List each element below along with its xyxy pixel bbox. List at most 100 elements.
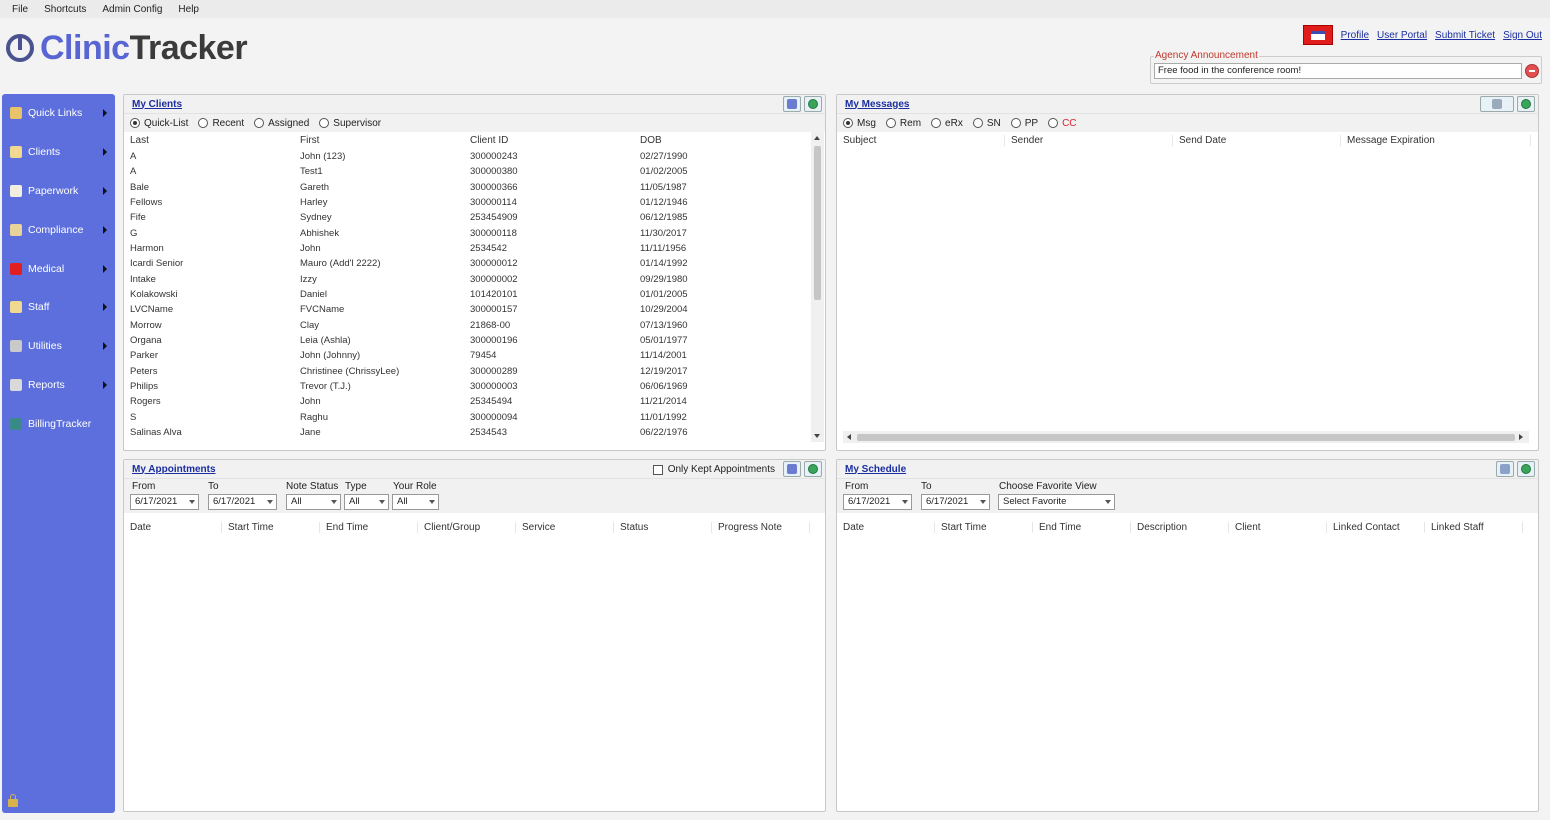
column-header-client-id[interactable]: Client ID — [464, 135, 634, 146]
column-header-send-date[interactable]: Send Date — [1173, 135, 1341, 146]
refresh-appointments-button[interactable] — [804, 461, 822, 477]
refresh-schedule-button[interactable] — [1517, 461, 1535, 477]
flag-button[interactable] — [1302, 25, 1333, 45]
sidebar-item-clients[interactable]: Clients — [2, 133, 115, 172]
sidebar-item-billingtracker[interactable]: BillingTracker — [2, 404, 115, 443]
my-appointments-title[interactable]: My Appointments — [132, 464, 216, 475]
table-row[interactable]: Rogers John 25345494 11/21/2014 — [124, 394, 825, 409]
sidebar-item-quick-links[interactable]: Quick Links — [2, 94, 115, 133]
from-date-picker[interactable]: 6/17/2021 — [130, 494, 199, 510]
menu-shortcuts[interactable]: Shortcuts — [44, 4, 86, 15]
refresh-messages-button[interactable] — [1517, 96, 1535, 112]
table-row[interactable]: G Abhishek 300000118 11/30/2017 — [124, 226, 825, 241]
clients-scroll-thumb[interactable] — [814, 146, 821, 300]
my-schedule-title[interactable]: My Schedule — [845, 464, 906, 475]
type-select[interactable]: All — [344, 494, 389, 510]
filter-quick-list[interactable]: Quick-List — [130, 118, 188, 129]
radio-quick-list[interactable] — [130, 118, 140, 128]
radio-rem[interactable] — [885, 118, 896, 128]
sign-out-link[interactable]: Sign Out — [1503, 30, 1542, 41]
column-header-status[interactable]: Status — [614, 522, 712, 533]
table-row[interactable]: Bale Gareth 300000366 11/05/1987 — [124, 180, 825, 195]
column-header-linked-staff[interactable]: Linked Staff — [1425, 522, 1523, 533]
menu-admin-config[interactable]: Admin Config — [102, 4, 162, 15]
add-client-button[interactable] — [783, 96, 801, 112]
column-header-date[interactable]: Date — [837, 522, 935, 533]
dismiss-announcement-icon[interactable] — [1525, 64, 1539, 78]
scroll-down-icon[interactable] — [814, 434, 820, 438]
scroll-up-icon[interactable] — [814, 136, 820, 140]
radio-recent[interactable] — [198, 118, 209, 128]
messages-hscroll-thumb[interactable] — [857, 434, 1515, 441]
filter-rem[interactable]: Rem — [885, 118, 921, 129]
table-row[interactable]: Morrow Clay 21868-00 07/13/1960 — [124, 318, 825, 333]
table-row[interactable]: Fellows Harley 300000114 01/12/1946 — [124, 195, 825, 210]
column-header-end-time[interactable]: End Time — [1033, 522, 1131, 533]
table-row[interactable]: Salinas Alva Jane 2534543 06/22/1976 — [124, 425, 825, 440]
sidebar-item-reports[interactable]: Reports — [2, 366, 115, 405]
table-row[interactable]: A John (123) 300000243 02/27/1990 — [124, 149, 825, 164]
radio-assigned[interactable] — [254, 118, 265, 128]
menu-help[interactable]: Help — [178, 4, 199, 15]
column-header-dob[interactable]: DOB — [634, 135, 804, 146]
filter-cc[interactable]: CC — [1048, 118, 1077, 129]
appointment-options-button[interactable] — [783, 461, 801, 477]
only-kept-checkbox-row[interactable]: Only Kept Appointments — [652, 464, 775, 475]
favorite-view-select[interactable]: Select Favorite — [998, 494, 1115, 510]
column-header-end-time[interactable]: End Time — [320, 522, 418, 533]
submit-ticket-link[interactable]: Submit Ticket — [1435, 30, 1495, 41]
lock-icon[interactable] — [8, 794, 18, 807]
table-row[interactable]: A Test1 300000380 01/02/2005 — [124, 164, 825, 179]
table-row[interactable]: Organa Leia (Ashla) 300000196 05/01/1977 — [124, 333, 825, 348]
radio-pp[interactable] — [1010, 118, 1021, 128]
column-header-date[interactable]: Date — [124, 522, 222, 533]
column-header-description[interactable]: Description — [1131, 522, 1229, 533]
radio-erx[interactable] — [931, 118, 942, 128]
from-date-picker[interactable]: 6/17/2021 — [843, 494, 912, 510]
your-role-select[interactable]: All — [392, 494, 439, 510]
table-row[interactable]: Parker John (Johnny) 79454 11/14/2001 — [124, 348, 825, 363]
sidebar-item-staff[interactable]: Staff — [2, 288, 115, 327]
refresh-clients-button[interactable] — [804, 96, 822, 112]
column-header-service[interactable]: Service — [516, 522, 614, 533]
note-status-select[interactable]: All — [286, 494, 341, 510]
column-header-client-group[interactable]: Client/Group — [418, 522, 516, 533]
sidebar-item-medical[interactable]: Medical — [2, 249, 115, 288]
table-row[interactable]: Philips Trevor (T.J.) 300000003 06/06/1969 — [124, 379, 825, 394]
table-row[interactable]: LVCName FVCName 300000157 10/29/2004 — [124, 302, 825, 317]
sidebar-item-compliance[interactable]: Compliance — [2, 210, 115, 249]
my-messages-title[interactable]: My Messages — [845, 99, 909, 110]
to-date-picker[interactable]: 6/17/2021 — [208, 494, 277, 510]
scroll-right-icon[interactable] — [1519, 434, 1523, 440]
table-row[interactable]: Harmon John 2534542 11/11/1956 — [124, 241, 825, 256]
announcement-text[interactable]: Free food in the conference room! — [1154, 63, 1522, 79]
table-row[interactable]: Fife Sydney 253454909 06/12/1985 — [124, 210, 825, 225]
schedule-export-button[interactable] — [1496, 461, 1514, 477]
table-row[interactable]: Intake Izzy 300000002 09/29/1980 — [124, 272, 825, 287]
messages-hscrollbar[interactable] — [843, 431, 1529, 443]
radio-supervisor[interactable] — [319, 118, 330, 128]
filter-erx[interactable]: eRx — [931, 118, 963, 129]
column-header-start-time[interactable]: Start Time — [935, 522, 1033, 533]
user-portal-link[interactable]: User Portal — [1377, 30, 1427, 41]
scroll-left-icon[interactable] — [847, 434, 851, 440]
compose-message-button[interactable] — [1480, 96, 1514, 112]
radio-sn[interactable] — [972, 118, 983, 128]
sidebar-item-utilities[interactable]: Utilities — [2, 327, 115, 366]
only-kept-checkbox[interactable] — [652, 464, 663, 475]
column-header-subject[interactable]: Subject — [837, 135, 1005, 146]
column-header-progress-note[interactable]: Progress Note — [712, 522, 810, 533]
column-header-last[interactable]: Last — [124, 135, 294, 146]
filter-pp[interactable]: PP — [1010, 118, 1038, 129]
filter-assigned[interactable]: Assigned — [254, 118, 309, 129]
table-row[interactable]: Icardi Senior Mauro (Add'l 2222) 300000012… — [124, 256, 825, 271]
column-header-first[interactable]: First — [294, 135, 464, 146]
table-row[interactable]: Peters Christinee (ChrissyLee) 300000289 12… — [124, 364, 825, 379]
radio-msg[interactable] — [843, 118, 853, 128]
column-header-start-time[interactable]: Start Time — [222, 522, 320, 533]
filter-supervisor[interactable]: Supervisor — [319, 118, 381, 129]
my-clients-title[interactable]: My Clients — [132, 99, 182, 110]
filter-sn[interactable]: SN — [972, 118, 1001, 129]
table-row[interactable]: S Raghu 300000094 11/01/1992 — [124, 410, 825, 425]
menu-file[interactable]: File — [12, 4, 28, 15]
